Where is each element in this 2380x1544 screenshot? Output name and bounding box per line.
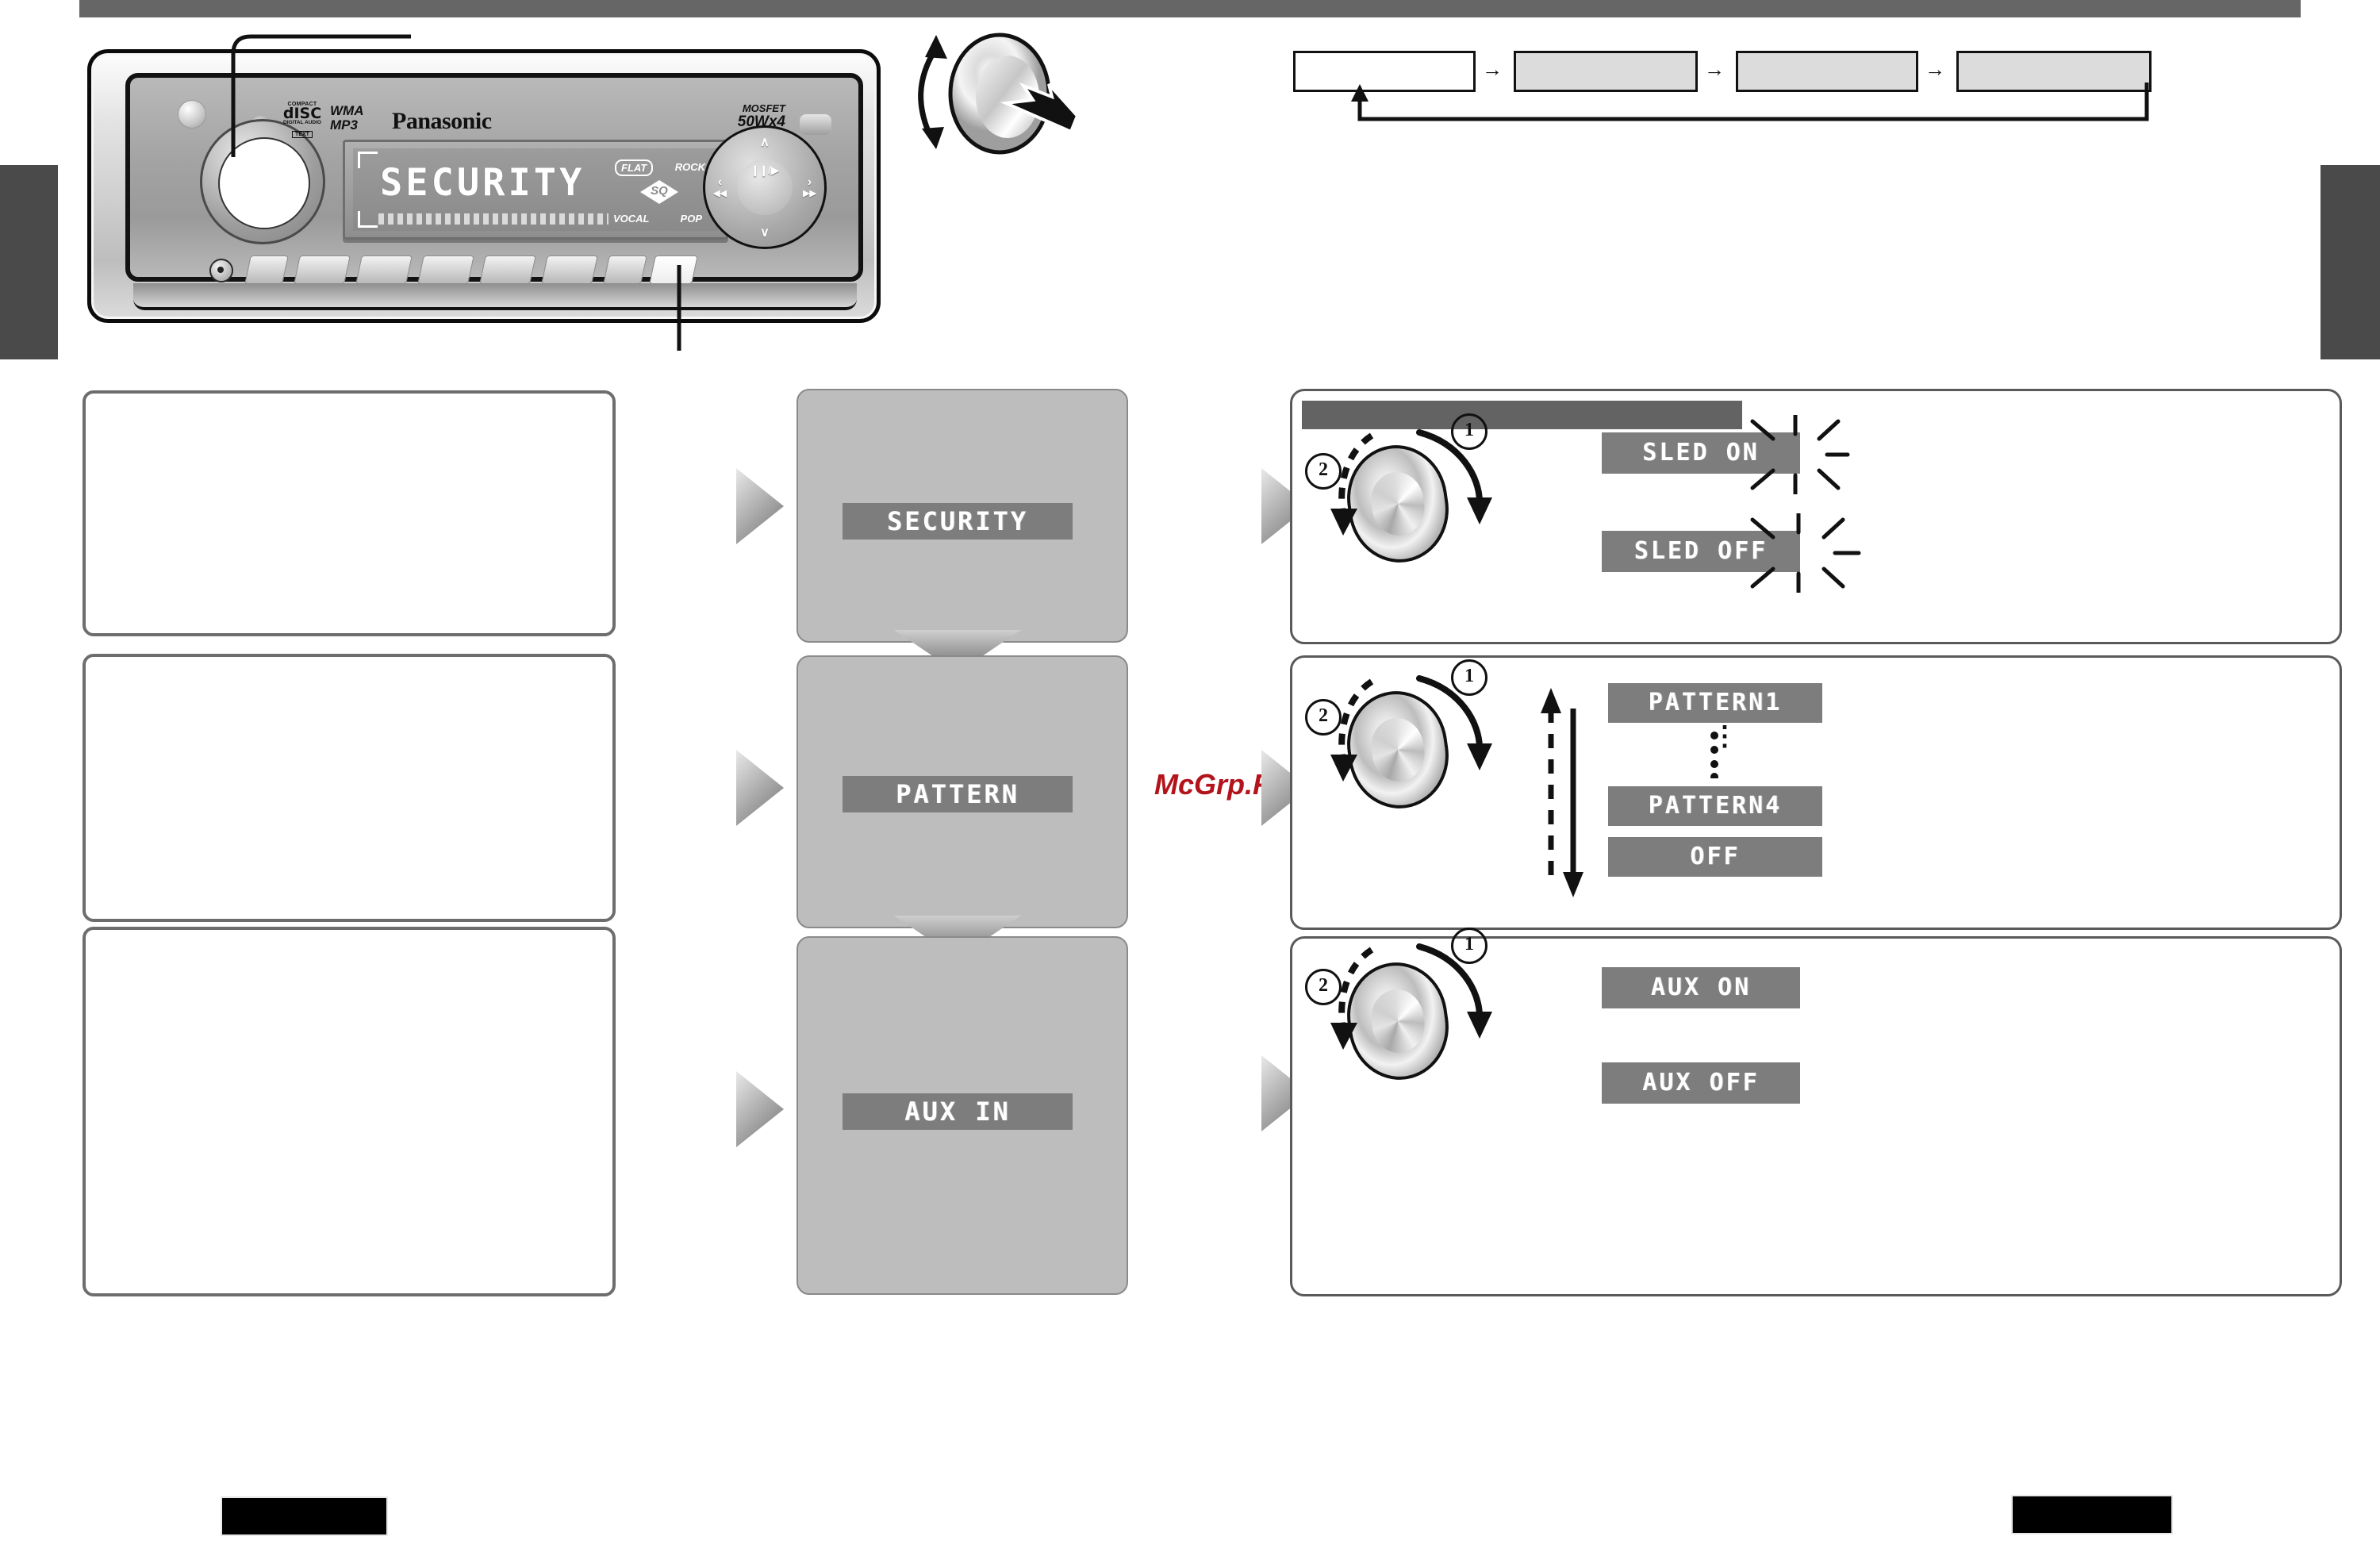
flow-arrow-3: → (1925, 57, 1945, 81)
lcd-corner-bottom-left (358, 211, 378, 228)
sq-pop-label: POP (680, 213, 702, 225)
knob-rotation-arrows-pattern (1330, 675, 1492, 782)
blink-marks-sled-on (1750, 415, 1850, 494)
pattern-ellipsis-dots (1710, 732, 1718, 778)
lcd-strip-security: SECURITY (843, 503, 1073, 540)
indicator-lens (178, 100, 206, 129)
dpad-prev-glyph: ◀◀ (713, 188, 727, 198)
preset-button-3[interactable] (355, 255, 413, 284)
preset-button-row (244, 255, 698, 287)
dpad-next-icon[interactable]: › ▶▶ (803, 175, 816, 198)
arrow-to-aux-display (736, 1071, 784, 1147)
display-card-aux-in: AUX IN (797, 936, 1128, 1295)
preset-button-7[interactable] (603, 255, 647, 284)
preset-button-1[interactable] (244, 255, 289, 284)
display-card-security: SECURITY (797, 389, 1128, 643)
callout-line-to-menu-button (677, 265, 681, 351)
footer-left-redaction-bar (221, 1496, 388, 1536)
page-top-rule (79, 0, 2301, 17)
arrow-to-security-display (736, 468, 784, 544)
lcd-strip-pattern4: PATTERN4 (1608, 786, 1822, 826)
knob-rotation-arrows-aux (1330, 943, 1492, 1050)
dpad-down-icon[interactable]: ∨ (760, 225, 770, 240)
description-box-aux-in (83, 927, 616, 1296)
options-panel-security: 2 1 SLED ON SLED OFF (1290, 389, 2342, 644)
right-edge-section-tab (2320, 165, 2380, 359)
dpad-right-chevron: › (807, 175, 812, 189)
lcd-text-security: SECURITY (886, 506, 1029, 536)
flow-arrow-1: → (1482, 57, 1503, 81)
sq-indicator-group: FLAT ROCK VOCAL POP SQ (613, 156, 707, 226)
chassis-bottom-lip (133, 283, 857, 310)
dpad-prev-icon[interactable]: ‹ ◀◀ (713, 175, 727, 198)
flow-loopback-arrow (1351, 83, 2149, 121)
reset-button[interactable] (209, 259, 233, 282)
head-unit-illustration: COMPACT dISC DIGITAL AUDIO TEXT WMA MP3 … (87, 49, 881, 323)
display-card-pattern: PATTERN (797, 655, 1128, 928)
options-panel-pattern: 2 1 PATTERN1 ⋮ PATTERN4 OFF (1290, 655, 2342, 930)
sq-center-label: SQ (651, 184, 668, 198)
lcd-text-pattern1: PATTERN1 (1648, 689, 1783, 716)
lcd-text-aux-off: AUX OFF (1642, 1069, 1760, 1097)
preset-button-5[interactable] (479, 255, 536, 284)
lcd-strip-aux-in: AUX IN (843, 1093, 1073, 1130)
lcd-screen: SECURITY FLAT ROCK VOCAL POP SQ (353, 148, 718, 231)
lcd-spectrum-bars (378, 213, 608, 225)
footer-right-redaction-bar (2011, 1495, 2173, 1534)
lcd-strip-aux-off: AUX OFF (1602, 1062, 1800, 1104)
lcd-main-text: SECURITY (380, 161, 585, 205)
sq-rock-label: ROCK (674, 161, 705, 173)
lcd-strip-pattern: PATTERN (843, 776, 1073, 812)
lcd-text-pattern: PATTERN (896, 779, 1019, 809)
description-box-security (83, 390, 616, 636)
lcd-strip-pattern-off: OFF (1608, 837, 1822, 877)
sq-flat-label: FLAT (615, 159, 654, 176)
knob-rotation-arrows-security (1330, 429, 1492, 536)
dpad-left-chevron: ‹ (717, 175, 723, 189)
sq-diamond-icon: SQ (640, 180, 678, 204)
dpad-next-glyph: ▶▶ (803, 188, 816, 198)
pattern-cycle-arrows (1541, 688, 1583, 897)
rotary-knob-illustration (918, 33, 1080, 155)
flow-arrow-2: → (1704, 57, 1725, 81)
callout-line-to-volume-knob (231, 34, 411, 157)
dpad-up-icon[interactable]: ∧ (760, 134, 770, 150)
navigation-dpad[interactable]: ∧ ∨ ‹ ◀◀ › ▶▶ ❙❙/▶ (703, 125, 827, 249)
lcd-strip-pattern1: PATTERN1 (1608, 683, 1822, 723)
left-edge-section-tab (0, 165, 58, 359)
sq-vocal-label: VOCAL (613, 213, 650, 225)
blink-marks-sled-off (1750, 513, 1861, 593)
eject-button[interactable] (800, 114, 831, 135)
preset-button-2[interactable] (294, 255, 351, 284)
lcd-text-aux-on: AUX ON (1650, 974, 1752, 1001)
lcd-strip-aux-on: AUX ON (1602, 967, 1800, 1008)
options-panel-aux-in: 2 1 AUX ON AUX OFF (1290, 928, 2342, 1296)
play-pause-icon: ❙❙/▶ (750, 164, 779, 176)
preset-button-6[interactable] (541, 255, 598, 284)
mosfet-label: MOSFET (742, 102, 785, 114)
mode-flow-strip: → → → (1293, 46, 2348, 133)
lcd-text-pattern4: PATTERN4 (1648, 792, 1783, 820)
preset-button-4[interactable] (417, 255, 474, 284)
lcd-text-aux-in: AUX IN (904, 1097, 1011, 1127)
arrow-to-pattern-display (736, 750, 784, 826)
lcd-text-pattern-off: OFF (1690, 843, 1741, 870)
description-box-pattern (83, 654, 616, 922)
